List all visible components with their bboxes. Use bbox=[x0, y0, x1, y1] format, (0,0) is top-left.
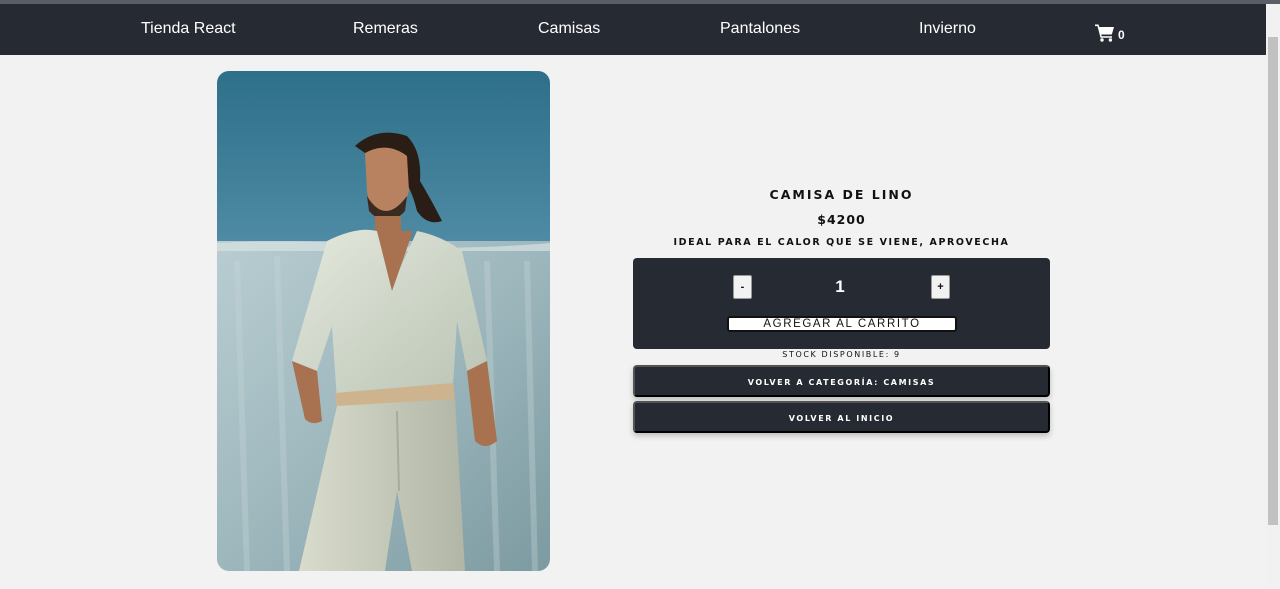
cart-count-badge: 0 bbox=[1118, 28, 1125, 42]
add-to-cart-button[interactable]: AGREGAR AL CARRITO bbox=[727, 316, 957, 332]
nav-link-remeras[interactable]: Remeras bbox=[353, 4, 418, 55]
product-image bbox=[217, 71, 550, 571]
page-scrollbar-thumb[interactable] bbox=[1268, 37, 1278, 525]
quantity-value: 1 bbox=[835, 277, 845, 296]
stock-available: STOCK DISPONIBLE: 9 bbox=[782, 350, 901, 359]
decrement-button[interactable]: - bbox=[733, 275, 752, 299]
nav-link-invierno[interactable]: Invierno bbox=[919, 4, 976, 55]
increment-button[interactable]: + bbox=[931, 275, 950, 299]
nav-link-camisas[interactable]: Camisas bbox=[538, 4, 600, 55]
back-to-home-button[interactable]: VOLVER AL INICIO bbox=[633, 401, 1050, 433]
brand-link[interactable]: Tienda React bbox=[141, 4, 236, 55]
back-to-category-button[interactable]: VOLVER A CATEGORÍA: CAMISAS bbox=[633, 365, 1050, 397]
cart-widget[interactable]: 0 bbox=[1095, 18, 1125, 42]
navbar: Tienda React Remeras Camisas Pantalones … bbox=[0, 4, 1266, 55]
product-description: IDEAL PARA EL CALOR QUE SE VIENE, APROVE… bbox=[673, 237, 1010, 248]
product-photo-illustration bbox=[217, 71, 550, 571]
shopping-cart-icon bbox=[1095, 24, 1114, 42]
product-title: CAMISA DE LINO bbox=[769, 187, 914, 202]
item-counter: - 1 + AGREGAR AL CARRITO bbox=[633, 258, 1050, 349]
nav-link-pantalones[interactable]: Pantalones bbox=[720, 4, 800, 55]
product-price: $4200 bbox=[817, 212, 866, 227]
